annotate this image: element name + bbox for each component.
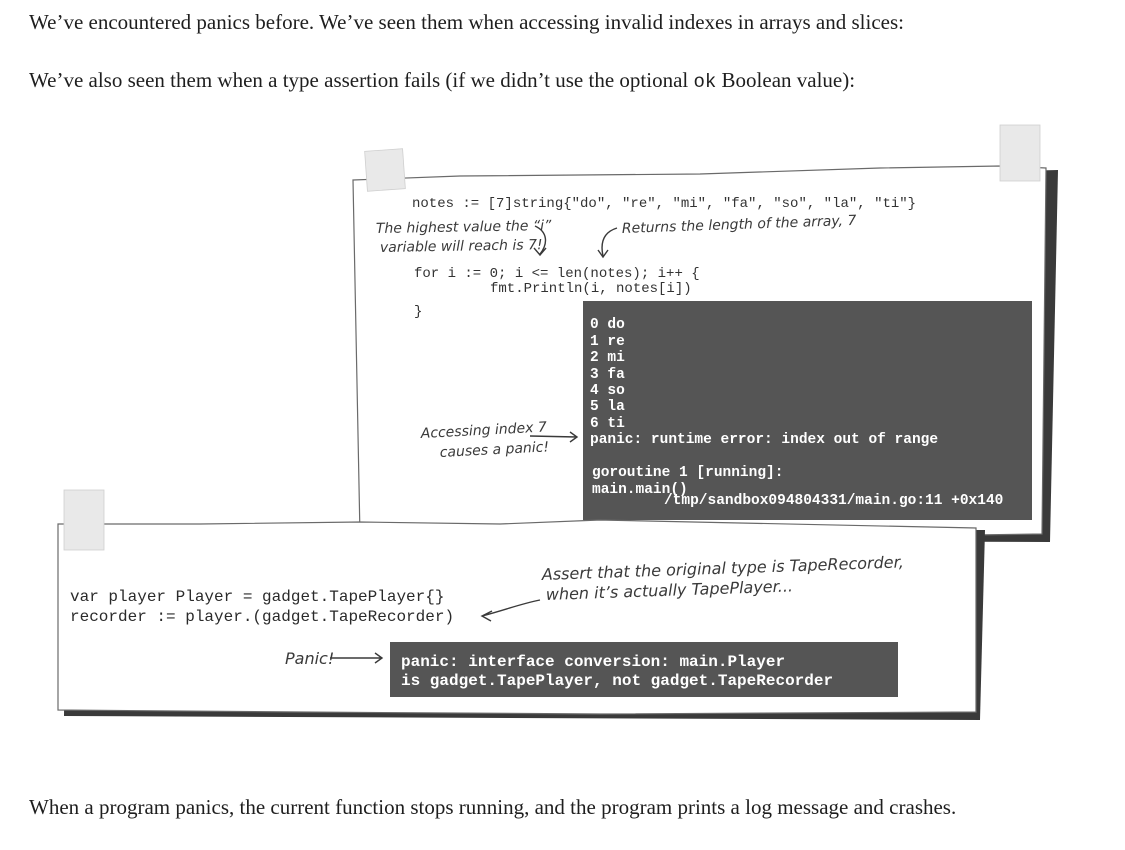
code-line: var player Player = gadget.TapePlayer{} <box>70 588 444 606</box>
annotation-highest-value: variable will reach is 7! <box>380 237 543 256</box>
output-line: 2 mi <box>590 350 625 366</box>
code-line: recorder := player.(gadget.TapeRecorder) <box>70 608 454 626</box>
annotation-highest-value: The highest value the “i” <box>376 218 552 237</box>
output-line: panic: interface conversion: main.Player <box>401 653 785 671</box>
output-line: 1 re <box>590 334 625 350</box>
output-line: panic: runtime error: index out of range <box>590 432 938 448</box>
output-line: goroutine 1 [running]: <box>592 465 783 481</box>
annotation-panic: Panic! <box>285 649 334 668</box>
output-line: 3 fa <box>590 367 625 383</box>
code-line: for i := 0; i <= len(notes); i++ { <box>414 266 700 282</box>
output-line: 6 ti <box>590 416 625 432</box>
output-line: 0 do <box>590 317 625 333</box>
output-line: is gadget.TapePlayer, not gadget.TapeRec… <box>401 672 833 690</box>
code-line: } <box>414 304 422 320</box>
output-line: 4 so <box>590 383 625 399</box>
output-line: 5 la <box>590 399 625 415</box>
tape-strip <box>364 148 406 192</box>
tape-strip <box>999 124 1041 182</box>
panic-illustration: notes := [7]string{"do", "re", "mi", "fa… <box>57 124 1058 720</box>
array-panic-card: notes := [7]string{"do", "re", "mi", "fa… <box>352 124 1058 542</box>
tape-strip <box>63 489 105 551</box>
code-line: fmt.Println(i, notes[i]) <box>490 281 692 297</box>
output-line: /tmp/sandbox094804331/main.go:11 +0x140 <box>664 493 1003 509</box>
code-line: notes := [7]string{"do", "re", "mi", "fa… <box>412 196 916 212</box>
outro-paragraph: When a program panics, the current funct… <box>29 795 957 819</box>
